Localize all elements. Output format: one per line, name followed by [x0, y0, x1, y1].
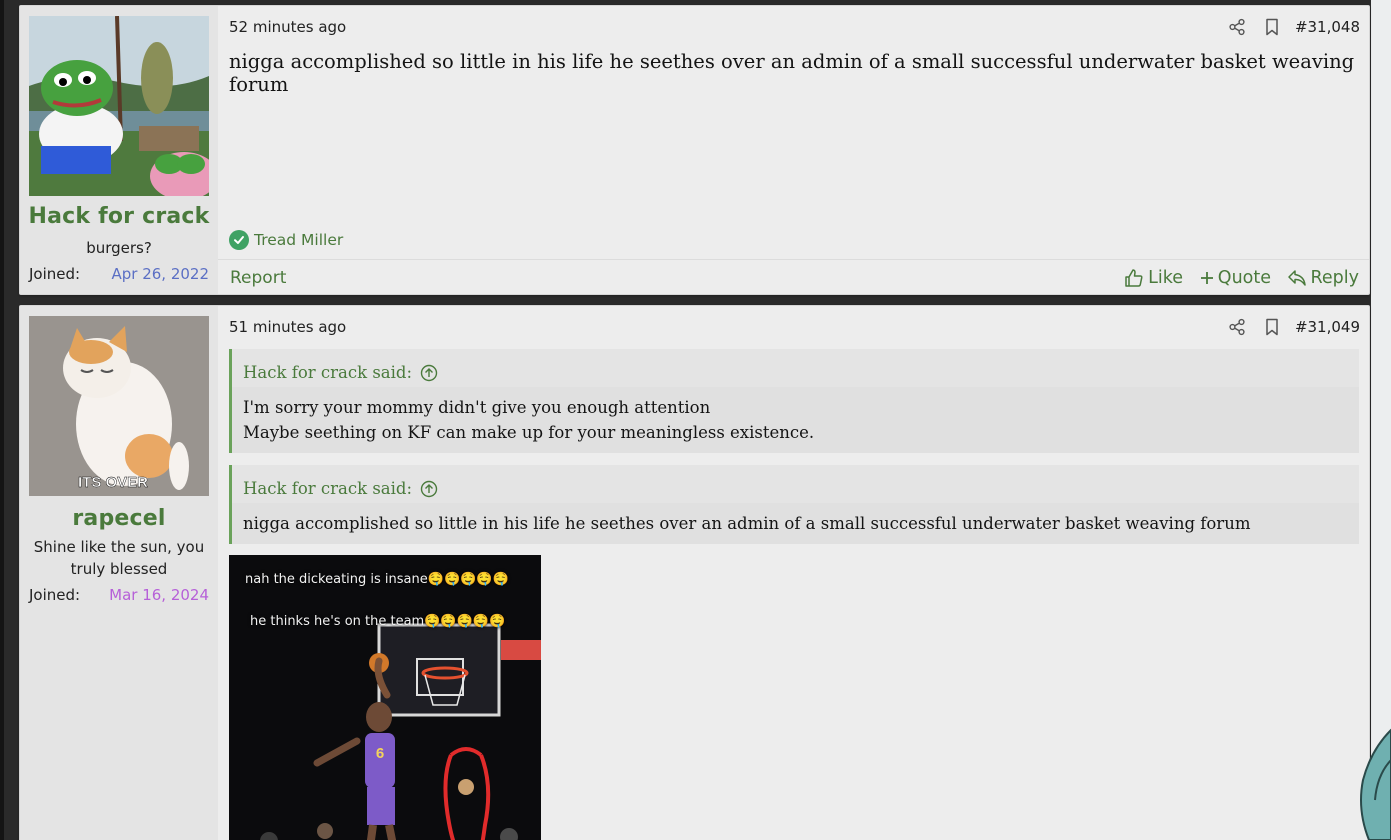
avatar[interactable] — [29, 16, 209, 196]
quote-line: I'm sorry your mommy didn't give you eno… — [243, 398, 711, 417]
avatar-image: ITS OVER — [29, 316, 209, 496]
arrow-up-circle-icon[interactable] — [420, 364, 438, 382]
quote-button[interactable]: Quote — [1200, 268, 1271, 288]
post-user-info: Hack for crack burgers? Joined: Apr 26, … — [20, 6, 218, 294]
plus-icon — [1200, 272, 1213, 284]
post-actions: Report Like Quote Reply — [218, 259, 1369, 295]
post-number[interactable]: #31,048 — [1295, 18, 1360, 36]
share-icon[interactable] — [1228, 18, 1246, 36]
joined-date: Apr 26, 2022 — [111, 265, 209, 283]
quote-block: Hack for crack said: I'm sorry your momm… — [229, 349, 1359, 453]
avatar[interactable]: ITS OVER — [29, 316, 209, 496]
quote-attribution[interactable]: Hack for crack said: — [232, 349, 1359, 387]
embedded-gif[interactable]: 6 nah the dickeating is insane🤤🤤🤤🤤🤤 he t… — [229, 555, 541, 840]
like-label: Like — [1148, 268, 1183, 288]
joined-label: Joined: — [29, 265, 81, 283]
bookmark-icon[interactable] — [1265, 318, 1279, 336]
post-main: 51 minutes ago #31,049 Hack for crack sa… — [218, 306, 1369, 840]
arrow-up-circle-icon[interactable] — [420, 480, 438, 498]
reactions-bar[interactable]: Tread Miller — [229, 229, 343, 251]
reply-label: Reply — [1310, 268, 1359, 288]
quote-author: Hack for crack said: — [243, 479, 413, 498]
mascot-decoration — [1360, 728, 1391, 840]
post-main: 52 minutes ago #31,048 nigga accomplishe… — [218, 6, 1369, 294]
user-title: burgers? — [86, 239, 152, 257]
quote-attribution[interactable]: Hack for crack said: — [232, 465, 1359, 503]
gif-image: 6 — [229, 555, 541, 840]
joined-date: Mar 16, 2024 — [109, 586, 209, 604]
quote-block: Hack for crack said: nigga accomplished … — [229, 465, 1359, 544]
quote-line: Maybe seething on KF can make up for you… — [243, 423, 815, 442]
post-timestamp[interactable]: 51 minutes ago — [229, 318, 346, 336]
window-edge — [0, 0, 4, 840]
quote-content: I'm sorry your mommy didn't give you eno… — [232, 387, 1359, 453]
username[interactable]: Hack for crack — [20, 204, 218, 229]
post-number[interactable]: #31,049 — [1295, 318, 1360, 336]
jersey-number: 6 — [376, 745, 384, 762]
quote-content: nigga accomplished so little in his life… — [232, 503, 1359, 544]
reply-button[interactable]: Reply — [1287, 268, 1359, 288]
report-button[interactable]: Report — [230, 268, 286, 288]
post-timestamp[interactable]: 52 minutes ago — [229, 18, 346, 36]
avatar-image — [29, 16, 209, 196]
forum-post: Hack for crack burgers? Joined: Apr 26, … — [19, 5, 1370, 295]
post-body: nigga accomplished so little in his life… — [229, 50, 1355, 96]
quote-label: Quote — [1217, 268, 1271, 288]
bookmark-icon[interactable] — [1265, 18, 1279, 36]
quote-author: Hack for crack said: — [243, 363, 413, 382]
scroll-gutter — [1371, 0, 1391, 840]
reply-icon — [1287, 270, 1306, 286]
forum-post: ITS OVER rapecel Shine like the sun, you… — [19, 305, 1370, 840]
username[interactable]: rapecel — [20, 506, 218, 531]
gif-caption: nah the dickeating is insane🤤🤤🤤🤤🤤 — [245, 572, 509, 587]
reaction-user[interactable]: Tread Miller — [254, 231, 343, 249]
share-icon[interactable] — [1228, 318, 1246, 336]
check-icon — [229, 230, 249, 250]
joined-label: Joined: — [29, 586, 81, 604]
avatar-caption: ITS OVER — [78, 474, 148, 491]
quote-line: nigga accomplished so little in his life… — [243, 514, 1251, 533]
thumbs-up-icon — [1125, 269, 1143, 287]
user-title: Shine like the sun, you truly blessed — [33, 538, 205, 578]
post-user-info: ITS OVER rapecel Shine like the sun, you… — [20, 306, 218, 840]
like-button[interactable]: Like — [1124, 268, 1183, 288]
gif-caption: he thinks he's on the team🤤🤤🤤🤤🤤 — [250, 614, 506, 629]
